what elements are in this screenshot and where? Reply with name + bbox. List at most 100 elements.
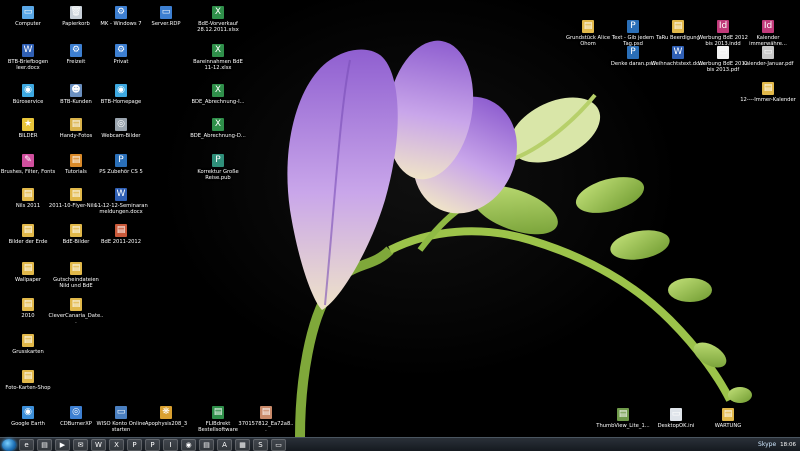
start-button[interactable] <box>2 438 16 451</box>
desktop-icon[interactable]: ▤ Nils 2011 <box>2 188 54 209</box>
desktop-icon-label: BdE 2011-2012 <box>100 239 142 245</box>
desktop-icon[interactable]: ★ BILDER <box>2 118 54 139</box>
folder-icon: ▤ <box>582 20 594 33</box>
desktop-icon[interactable]: ◉ Büroservice <box>2 84 54 105</box>
taskbar-ie-icon[interactable]: e <box>19 438 34 451</box>
taskbar-indesign-icon[interactable]: I <box>163 438 178 451</box>
folder-icon: ▤ <box>762 82 774 95</box>
desktop-icon-label: Webcam-Bilder <box>101 133 141 139</box>
desktop-icon[interactable]: ❋ Apophysis208_3 <box>140 406 192 427</box>
desktop-icon-label: Apophysis208_3 <box>144 421 188 427</box>
taskbar-media-player-icon[interactable]: ▶ <box>55 438 70 451</box>
desktop-icon[interactable]: Id Kalender immerwähre... <box>742 20 794 47</box>
folder-icon: ▤ <box>70 224 82 237</box>
desktop-icon[interactable]: ▤ 2010 <box>2 298 54 319</box>
word-file-icon: W <box>22 44 34 57</box>
brush-icon: ✎ <box>22 154 34 167</box>
desktop-icon[interactable]: ▤ Foto-Karten-Shop <box>2 370 54 391</box>
desktop-icon[interactable]: ⚙ Privat <box>95 44 147 65</box>
desktop-icon[interactable]: ▭ Server.RDP <box>140 6 192 27</box>
shortcut-icon: ⚙ <box>115 6 127 19</box>
desktop-icon-label: BDE_Abrechnung-D... <box>190 133 246 139</box>
taskbar-remote-icon[interactable]: ▭ <box>271 438 286 451</box>
google-earth-icon: ◉ <box>22 406 34 419</box>
taskbar-word-icon[interactable]: W <box>91 438 106 451</box>
desktop-icon[interactable]: ◎ Webcam-Bilder <box>95 118 147 139</box>
desktop-icon-label: Korrektur Große Reise.pub <box>197 169 239 181</box>
desktop-icon-label: PS Zubehör CS 5 <box>99 169 143 175</box>
desktop-icon[interactable]: ▭ Computer <box>2 6 54 27</box>
tutorials-icon: ▤ <box>70 154 82 167</box>
desktop-icon[interactable]: ▤ ThumbView_Lite_1... <box>596 408 650 429</box>
desktop-icon-label: Server.RDP <box>151 21 181 27</box>
excel-file-icon: X <box>212 84 224 97</box>
desktop-icon[interactable]: ▤ Wallpaper <box>2 262 54 283</box>
desktop-icon[interactable]: ▭ Kalender-Januar.pdf <box>742 46 794 67</box>
desktop-icon[interactable]: ▤ Bilder der Erde <box>2 224 54 245</box>
desktop-icon[interactable]: ▤ WARTUNG <box>702 408 754 429</box>
desktop-icon[interactable]: ▤ BdE 2011-2012 <box>95 224 147 245</box>
desktop-icon-label: BdE-Vorverkauf 28.12.2011.xlsx <box>197 21 239 33</box>
photoshop-file-icon: P <box>627 20 639 33</box>
folder-icon: ▤ <box>70 188 82 201</box>
desktop-icon[interactable]: X BDE_Abrechnung-D... <box>190 118 246 139</box>
desktop-icon[interactable]: ◉ Google Earth <box>2 406 54 427</box>
order-software-icon: ▤ <box>212 406 224 419</box>
desktop-icon-label: Kalender-Januar.pdf <box>742 61 794 67</box>
shortcut-icon: ⚙ <box>115 44 127 57</box>
taskbar-outlook-icon[interactable]: ✉ <box>73 438 88 451</box>
desktop-icon[interactable]: X BdE-Vorverkauf 28.12.2011.xlsx <box>192 6 244 33</box>
photo-folder-icon: ▤ <box>70 118 82 131</box>
desktop-icon-label: Privat <box>113 59 129 65</box>
globe-icon: ◉ <box>115 84 127 97</box>
computer-icon: ▭ <box>22 6 34 19</box>
desktop-icon[interactable]: ▤ FLIBdrekt Bestellsoftware <box>192 406 244 433</box>
desktop-icon-label: BDE_Abrechnung-I... <box>191 99 245 105</box>
globe-icon: ◉ <box>22 84 34 97</box>
taskbar-folder-icon[interactable]: ▤ <box>199 438 214 451</box>
skype-tray-label[interactable]: Skype <box>758 441 776 448</box>
desktop-icon[interactable]: P PS Zubehör CS 5 <box>95 154 147 175</box>
desktop-icon[interactable]: X Bareinnahmen BdE 11-12.xlsx <box>192 44 244 71</box>
folder-icon: ▤ <box>70 262 82 275</box>
folder-icon: ▤ <box>22 262 34 275</box>
desktop-icon[interactable]: P Korrektur Große Reise.pub <box>192 154 244 181</box>
publisher-file-icon: P <box>212 154 224 167</box>
taskbar-firefox-icon[interactable]: ◉ <box>181 438 196 451</box>
folder-icon: ▤ <box>22 224 34 237</box>
desktop-icon[interactable]: X BDE_Abrechnung-I... <box>191 84 245 105</box>
pdf-file-icon: ▭ <box>762 46 774 59</box>
users-icon: ☻ <box>70 84 82 97</box>
excel-file-icon: X <box>212 118 224 131</box>
clock[interactable]: 18:06 <box>780 442 796 448</box>
system-tray: Skype 18:06 <box>758 438 796 451</box>
desktop-icon[interactable]: ▤ 12----Immer-Kalender <box>740 82 796 103</box>
taskbar: e ▤ ▶ ✉ W X P P I ◉ ▤ A ▦ S ▭ Skype 18:06 <box>0 437 800 451</box>
remote-desktop-icon: ▭ <box>160 6 172 19</box>
taskbar-pinned-items: e ▤ ▶ ✉ W X P P I ◉ ▤ A ▦ S ▭ <box>16 438 286 451</box>
taskbar-excel-icon[interactable]: X <box>109 438 124 451</box>
desktop-icon[interactable]: ▤ CleverCanaria_Date... <box>49 298 103 325</box>
desktop-icon[interactable]: ▤ Gutscheindateien Nild und BdE <box>50 262 102 289</box>
desktop-icon[interactable]: ▭ DesktopOK.ini <box>650 408 702 429</box>
desktop-icon-label: WARTUNG <box>714 423 742 429</box>
desktop-icon-label: 11-12-12-Seminaran meldungen.docx <box>94 203 148 215</box>
taskbar-publisher-icon[interactable]: P <box>127 438 142 451</box>
apophysis-icon: ❋ <box>160 406 172 419</box>
desktop-icon[interactable]: ✎ Brushes, Filter, Fonts <box>1 154 55 175</box>
taskbar-acrobat-icon[interactable]: A <box>217 438 232 451</box>
taskbar-explorer-icon[interactable]: ▤ <box>37 438 52 451</box>
cd-burner-icon: ◎ <box>70 406 82 419</box>
desktop-icon[interactable]: W 11-12-12-Seminaran meldungen.docx <box>94 188 148 215</box>
indesign-file-icon: Id <box>717 20 729 33</box>
taskbar-calculator-icon[interactable]: ▦ <box>235 438 250 451</box>
taskbar-photoshop-icon[interactable]: P <box>145 438 160 451</box>
photoshop-icon: P <box>115 154 127 167</box>
folder-icon: ▤ <box>672 20 684 33</box>
taskbar-skype-icon[interactable]: S <box>253 438 268 451</box>
desktop-icon[interactable]: ▤ 370157812_Ea72a8... <box>238 406 294 433</box>
desktop-icon-label: 12----Immer-Kalender <box>740 97 796 103</box>
desktop-icon[interactable]: ◉ BTB-Homepage <box>95 84 147 105</box>
desktop-icon[interactable]: W BTB-Briefbogen leer.docx <box>2 44 54 71</box>
desktop-icon[interactable]: ▤ Grusskarten <box>2 334 54 355</box>
